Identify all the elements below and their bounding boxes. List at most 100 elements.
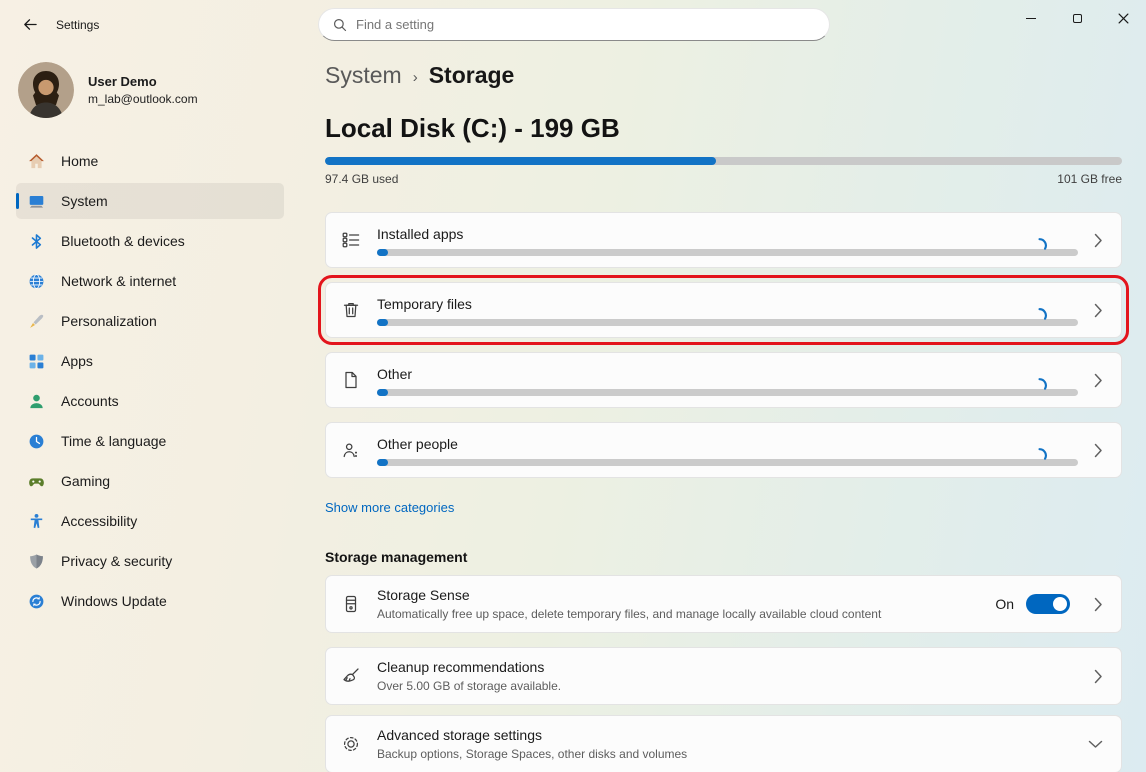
sidebar: User Demo m_lab@outlook.com Home System: [0, 48, 300, 772]
sidebar-item-time-language[interactable]: Time & language: [16, 423, 284, 459]
close-icon: [1118, 13, 1129, 24]
category-body: Temporary files: [377, 295, 1078, 326]
chevron-down-icon: [1088, 740, 1103, 749]
apps-grid-icon: [28, 353, 45, 370]
globe-icon: [28, 273, 45, 290]
user-name: User Demo: [88, 74, 198, 89]
sidebar-item-network-internet[interactable]: Network & internet: [16, 263, 284, 299]
loading-spinner-icon: [1031, 447, 1048, 464]
cleanup-recommendations-card[interactable]: Cleanup recommendations Over 5.00 GB of …: [325, 647, 1122, 705]
disk-used-label: 97.4 GB used: [325, 172, 398, 186]
minimize-icon: [1026, 18, 1036, 19]
titlebar: Settings: [0, 0, 1146, 48]
cleanup-description: Over 5.00 GB of storage available.: [377, 679, 1078, 693]
sidebar-item-label: Gaming: [61, 473, 110, 489]
sidebar-item-label: System: [61, 193, 108, 209]
sidebar-item-label: Accounts: [61, 393, 119, 409]
user-account-button[interactable]: User Demo m_lab@outlook.com: [16, 62, 284, 118]
category-other-people[interactable]: Other people: [325, 422, 1122, 478]
loading-spinner-icon: [1031, 377, 1048, 394]
category-progress-track: [377, 319, 1078, 326]
chevron-right-icon: [1094, 443, 1103, 458]
breadcrumb: System › Storage: [325, 62, 1122, 89]
breadcrumb-separator-icon: ›: [413, 66, 418, 86]
home-icon: [28, 153, 45, 170]
loading-spinner-icon: [1031, 307, 1048, 324]
disk-free-label: 101 GB free: [1057, 172, 1122, 186]
storage-sense-toggle[interactable]: [1026, 594, 1070, 614]
breadcrumb-system[interactable]: System: [325, 62, 402, 89]
advanced-description: Backup options, Storage Spaces, other di…: [377, 747, 1072, 761]
category-body: Other: [377, 365, 1078, 396]
sidebar-item-label: Privacy & security: [61, 553, 172, 569]
category-temporary-files[interactable]: Temporary files: [325, 282, 1122, 338]
storage-sense-label: Storage Sense: [377, 587, 979, 603]
sidebar-item-accounts[interactable]: Accounts: [16, 383, 284, 419]
cleanup-body: Cleanup recommendations Over 5.00 GB of …: [377, 659, 1078, 693]
bluetooth-icon: [28, 233, 45, 250]
sidebar-item-apps[interactable]: Apps: [16, 343, 284, 379]
chevron-right-icon: [1094, 233, 1103, 248]
shield-icon: [28, 553, 45, 570]
category-progress-fill: [377, 459, 388, 466]
back-button[interactable]: [12, 11, 46, 38]
storage-sense-icon: [341, 594, 361, 614]
advanced-label: Advanced storage settings: [377, 727, 1072, 743]
sidebar-item-system[interactable]: System: [16, 183, 284, 219]
chevron-right-icon: [1094, 303, 1103, 318]
storage-sense-description: Automatically free up space, delete temp…: [377, 607, 979, 621]
chevron-right-icon: [1094, 669, 1103, 684]
category-label: Other: [377, 366, 1078, 382]
sidebar-item-label: Network & internet: [61, 273, 176, 289]
clock-icon: [28, 433, 45, 450]
sidebar-item-accessibility[interactable]: Accessibility: [16, 503, 284, 539]
storage-sense-card[interactable]: Storage Sense Automatically free up spac…: [325, 575, 1122, 633]
avatar: [18, 62, 74, 118]
category-label: Installed apps: [377, 226, 1078, 242]
update-arrows-icon: [28, 593, 45, 610]
chevron-right-icon: [1094, 597, 1103, 612]
category-installed-apps[interactable]: Installed apps: [325, 212, 1122, 268]
sidebar-item-label: Windows Update: [61, 593, 167, 609]
gamepad-icon: [28, 473, 45, 490]
category-label: Temporary files: [377, 296, 1078, 312]
sidebar-item-gaming[interactable]: Gaming: [16, 463, 284, 499]
minimize-button[interactable]: [1008, 0, 1054, 36]
sidebar-item-privacy-security[interactable]: Privacy & security: [16, 543, 284, 579]
cleanup-label: Cleanup recommendations: [377, 659, 1078, 675]
page-title: Local Disk (C:) - 199 GB: [325, 113, 1122, 144]
category-body: Installed apps: [377, 225, 1078, 256]
sidebar-item-bluetooth-devices[interactable]: Bluetooth & devices: [16, 223, 284, 259]
toggle-knob: [1053, 597, 1067, 611]
category-progress-track: [377, 459, 1078, 466]
disk-usage-fill: [325, 157, 716, 165]
people-icon: [341, 440, 361, 460]
user-email: m_lab@outlook.com: [88, 92, 198, 106]
paintbrush-icon: [28, 313, 45, 330]
category-other[interactable]: Other: [325, 352, 1122, 408]
sidebar-item-windows-update[interactable]: Windows Update: [16, 583, 284, 619]
close-button[interactable]: [1100, 0, 1146, 36]
gear-icon: [341, 734, 361, 754]
search-input[interactable]: [356, 17, 815, 32]
advanced-storage-settings-card[interactable]: Advanced storage settings Backup options…: [325, 715, 1122, 772]
show-more-categories-link[interactable]: Show more categories: [325, 500, 454, 515]
settings-window: Settings: [0, 0, 1146, 772]
sidebar-item-label: Time & language: [61, 433, 166, 449]
sidebar-item-label: Home: [61, 153, 98, 169]
sidebar-item-personalization[interactable]: Personalization: [16, 303, 284, 339]
loading-spinner-icon: [1031, 237, 1048, 254]
file-icon: [341, 370, 361, 390]
selected-indicator: [16, 193, 19, 209]
main-content: System › Storage Local Disk (C:) - 199 G…: [325, 48, 1122, 772]
back-arrow-icon: [22, 17, 37, 32]
search-box[interactable]: [318, 8, 830, 41]
sidebar-item-label: Apps: [61, 353, 93, 369]
sidebar-item-label: Personalization: [61, 313, 157, 329]
maximize-button[interactable]: [1054, 0, 1100, 36]
accessibility-person-icon: [28, 513, 45, 530]
toggle-state-label: On: [995, 596, 1014, 612]
sidebar-item-label: Accessibility: [61, 513, 137, 529]
window-controls: [1008, 0, 1146, 36]
sidebar-item-home[interactable]: Home: [16, 143, 284, 179]
